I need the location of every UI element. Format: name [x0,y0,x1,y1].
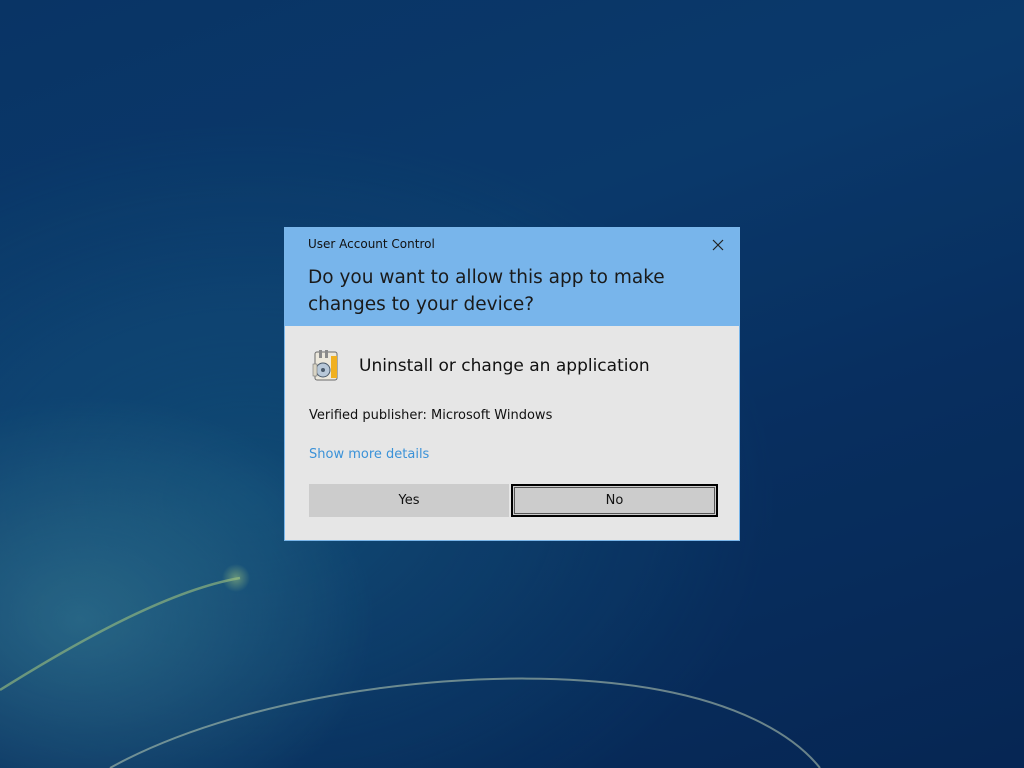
no-button[interactable]: No [511,484,718,517]
yes-button[interactable]: Yes [309,484,509,517]
show-more-details-link[interactable]: Show more details [309,447,429,462]
app-name: Uninstall or change an application [359,356,650,376]
app-row: Uninstall or change an application [311,348,650,384]
dialog-header: User Account Control Do you want to allo… [285,228,739,326]
dialog-headline: Do you want to allow this app to make ch… [308,267,665,315]
close-button[interactable] [705,234,731,256]
control-panel-programs-icon [312,350,338,381]
verified-publisher: Verified publisher: Microsoft Windows [309,408,553,423]
uac-dialog: User Account Control Do you want to allo… [284,227,740,541]
close-icon [712,239,724,251]
dialog-title: User Account Control [308,237,435,251]
